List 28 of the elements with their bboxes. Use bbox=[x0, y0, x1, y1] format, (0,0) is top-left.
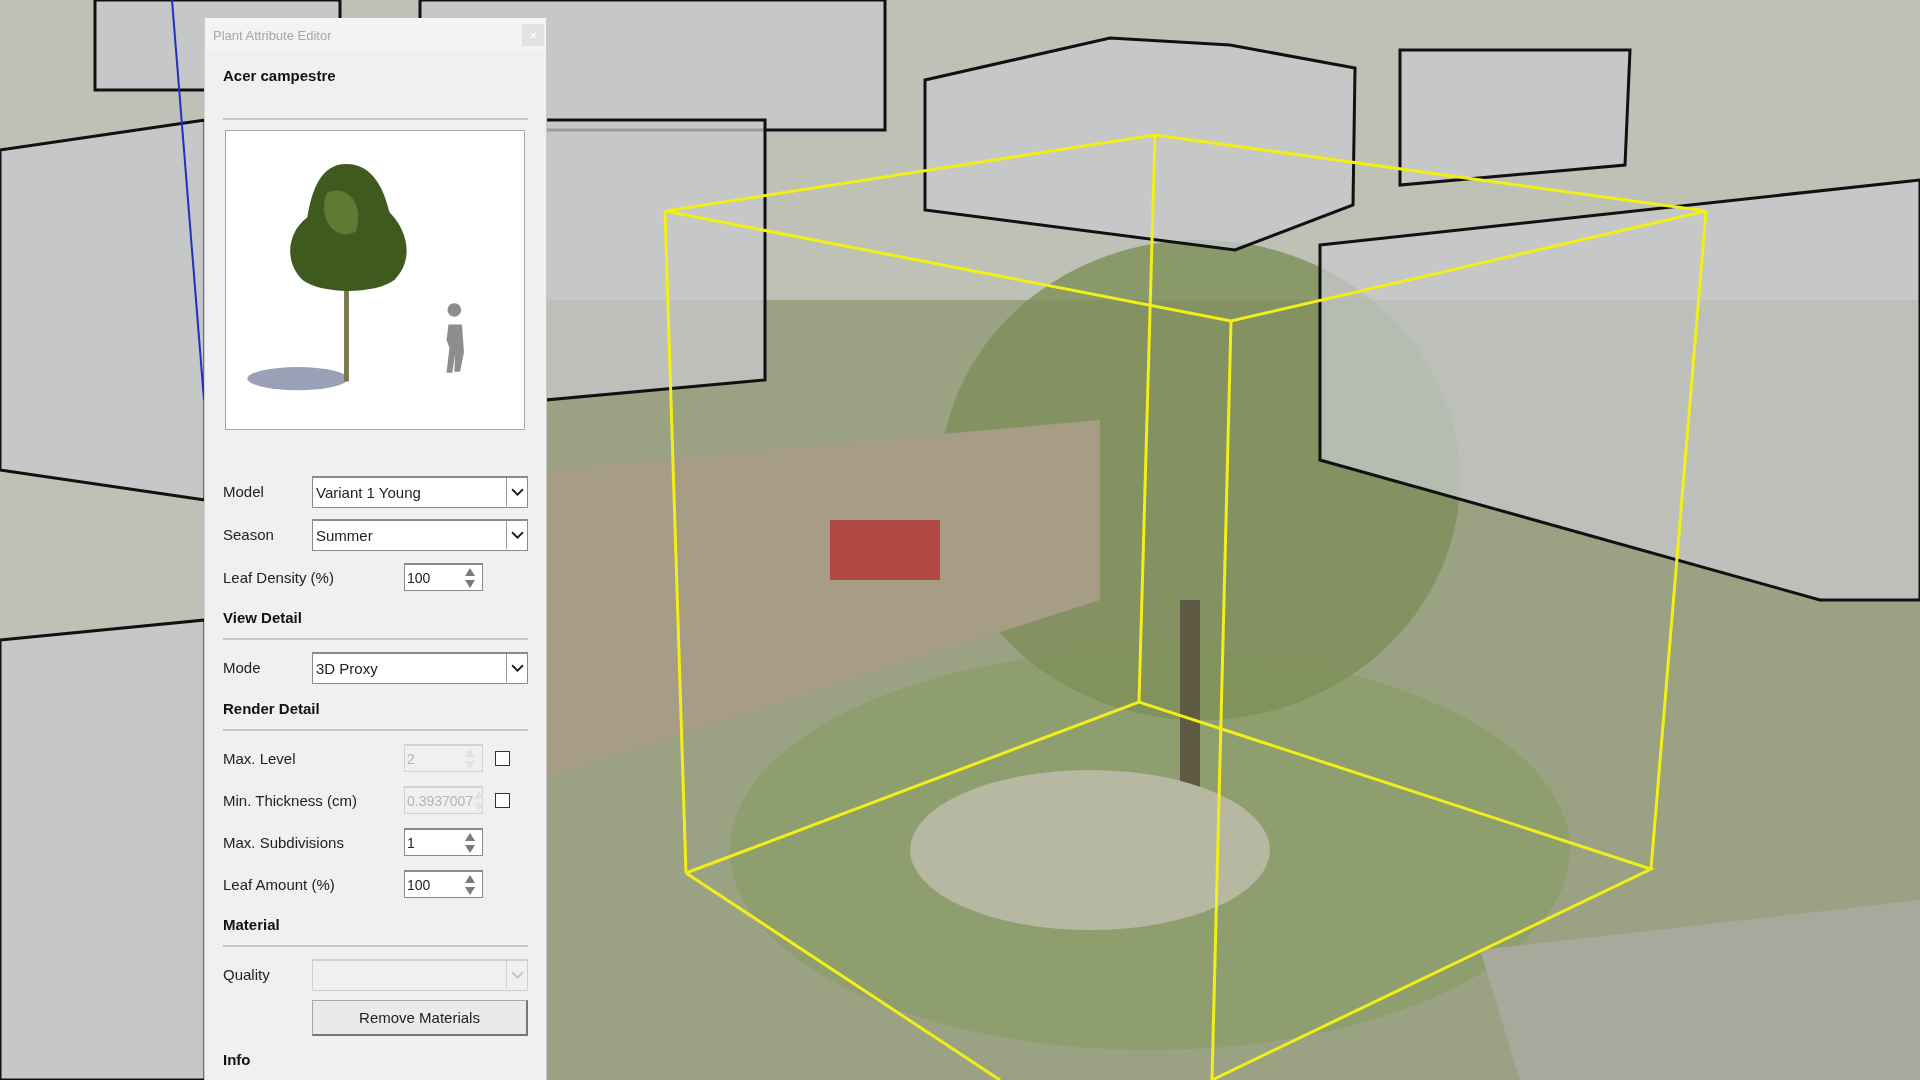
field-label: Quality bbox=[223, 966, 271, 983]
spin-arrows-icon bbox=[464, 831, 476, 854]
spin-arrows-icon bbox=[473, 789, 486, 812]
field-label: Max. Level bbox=[223, 749, 297, 767]
field-label: Leaf Amount (%) bbox=[223, 875, 336, 893]
spin-arrows-icon bbox=[464, 566, 476, 589]
dropdown[interactable]: 3D Proxy bbox=[312, 651, 528, 684]
dropdown[interactable]: Variant 1 Young bbox=[312, 475, 528, 508]
section-heading: Material bbox=[223, 915, 281, 935]
section-heading: Info bbox=[223, 1050, 252, 1070]
section-heading: View Detail bbox=[223, 608, 303, 628]
field-label: Model bbox=[223, 483, 265, 500]
spin-box[interactable]: 100 bbox=[404, 870, 483, 898]
field-label: Mode bbox=[223, 659, 262, 676]
plant-name: Acer campestre bbox=[223, 66, 337, 86]
window-title: Plant Attribute Editor bbox=[213, 27, 332, 43]
close-icon bbox=[528, 30, 538, 40]
field-label: Leaf Density (%) bbox=[223, 568, 335, 586]
remove-materials-button[interactable]: Remove Materials bbox=[312, 1000, 528, 1036]
section-heading: Render Detail bbox=[223, 699, 321, 719]
spin-box[interactable]: 1 bbox=[404, 828, 483, 856]
field-label: Season bbox=[223, 526, 275, 543]
dropdown[interactable]: Summer bbox=[312, 518, 528, 551]
field-label: Min. Thickness (cm) bbox=[223, 791, 358, 809]
spin-box[interactable]: 100 bbox=[404, 563, 483, 591]
spin-arrows-icon bbox=[464, 747, 476, 770]
field-label: Max. Subdivisions bbox=[223, 833, 345, 851]
spin-arrows-icon bbox=[464, 873, 476, 896]
